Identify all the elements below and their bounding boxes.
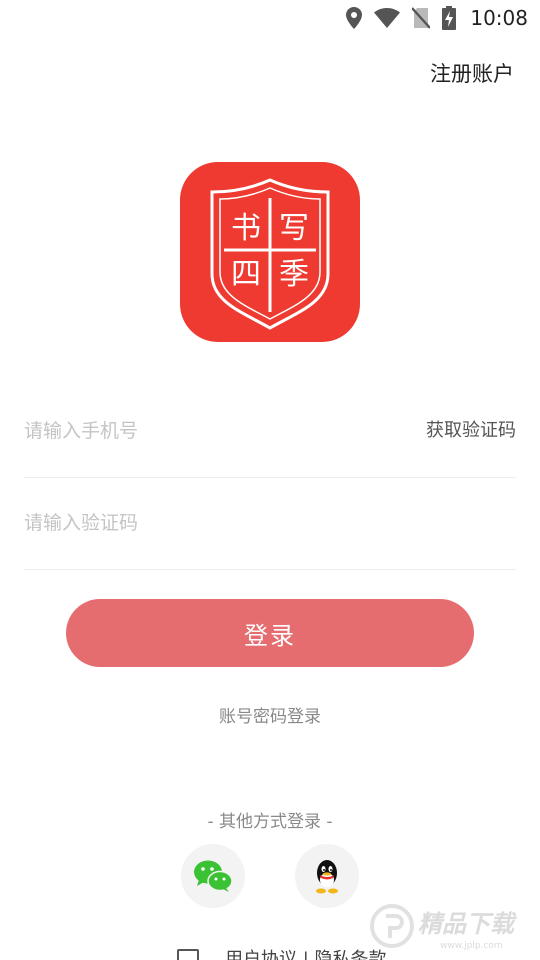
no-sim-icon [412, 7, 431, 29]
location-icon [346, 7, 363, 29]
watermark-text: 精品下载 [418, 910, 518, 938]
phone-input[interactable] [24, 385, 404, 477]
logo-char-4: 季 [279, 257, 309, 292]
account-login-row: 账号密码登录 [0, 702, 540, 727]
logo-char-1: 书 [231, 211, 261, 246]
other-login-label: - 其他方式登录 - [207, 812, 333, 832]
agreement-row: 用户协议 | 隐私条款 [177, 948, 387, 960]
login-screen: 10:08 注册账户 书 写 四 季 获取验证码 登录 账号密码登录 [0, 0, 540, 960]
logo-char-3: 四 [231, 257, 261, 292]
app-logo: 书 写 四 季 [180, 162, 360, 342]
status-bar: 10:08 [0, 0, 540, 36]
wechat-icon [194, 860, 233, 892]
code-row [24, 477, 516, 570]
phone-row: 获取验证码 [24, 385, 516, 478]
get-verification-code-button[interactable]: 获取验证码 [426, 385, 516, 477]
qq-login-button[interactable] [295, 844, 359, 908]
status-icons: 10:08 [346, 5, 528, 31]
register-account-link[interactable]: 注册账户 [430, 58, 514, 88]
login-button[interactable]: 登录 [66, 599, 474, 667]
wifi-icon [374, 8, 401, 28]
verification-code-input[interactable] [24, 477, 404, 569]
status-time: 10:08 [470, 6, 528, 30]
qq-icon [316, 860, 338, 894]
account-password-login-link[interactable]: 账号密码登录 [219, 707, 321, 727]
site-watermark: 精品下载 www.jplp.com [370, 894, 536, 956]
agreement-checkbox[interactable] [177, 949, 199, 960]
wechat-login-button[interactable] [181, 844, 245, 908]
battery-charging-icon [442, 6, 457, 30]
logo-char-2: 写 [279, 211, 309, 246]
watermark-subtext: www.jplp.com [440, 941, 503, 951]
agreement-text[interactable]: 用户协议 | 隐私条款 [225, 948, 387, 960]
